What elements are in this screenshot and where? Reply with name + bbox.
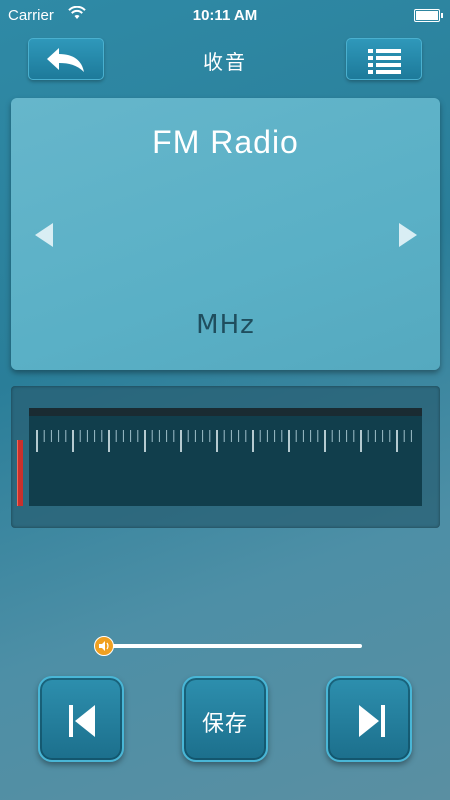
volume-slider[interactable]: [96, 644, 362, 648]
battery-icon: [414, 9, 443, 22]
tuner-dial[interactable]: [11, 386, 440, 528]
skip-next-icon: [359, 705, 385, 737]
frequency-panel: FM Radio MHz: [11, 98, 440, 370]
previous-button[interactable]: [38, 676, 124, 762]
band-title: FM Radio: [152, 124, 299, 160]
prev-station-arrow-icon[interactable]: [33, 222, 55, 248]
status-bar: Carrier 10:11 AM: [0, 0, 450, 32]
volume-knob[interactable]: [93, 636, 114, 656]
station-list-button[interactable]: [346, 38, 422, 80]
save-button[interactable]: 保存: [182, 676, 268, 762]
speaker-icon: [98, 641, 109, 651]
clock: 10:11 AM: [192, 7, 258, 24]
next-station-arrow-icon[interactable]: [397, 222, 419, 248]
next-button[interactable]: [326, 676, 412, 762]
tuner-scale: [29, 408, 422, 506]
list-icon: [368, 49, 401, 74]
tuner-needle[interactable]: [17, 440, 23, 506]
frequency-unit: MHz: [196, 310, 255, 340]
tuner-ticks: [36, 430, 412, 452]
skip-previous-icon: [69, 705, 95, 737]
save-label: 保存: [201, 711, 248, 736]
